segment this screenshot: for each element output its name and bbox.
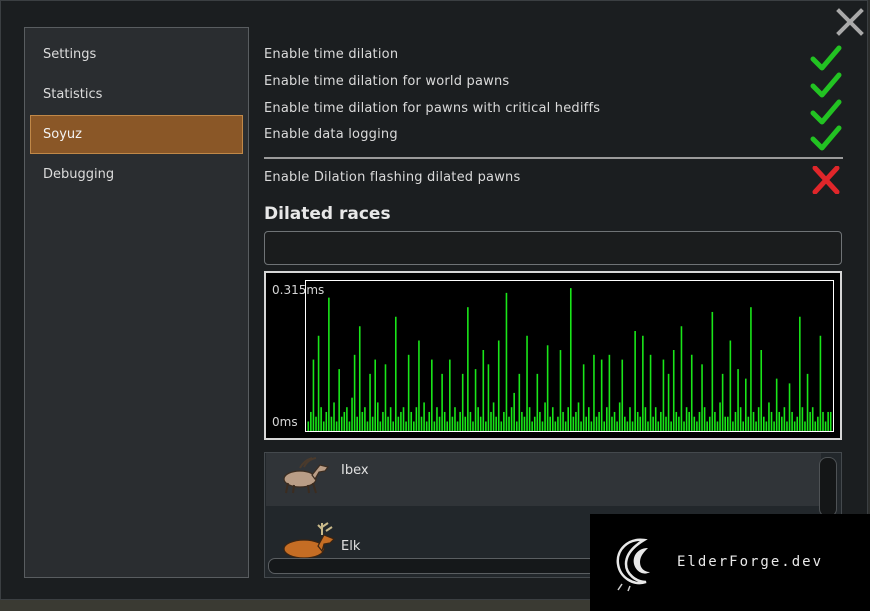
option-label-critical-hediffs: Enable time dilation for pawns with crit… xyxy=(264,101,601,116)
graph-plot-area xyxy=(305,280,834,432)
section-title-dilated-races: Dilated races xyxy=(264,204,391,224)
race-name: Ibex xyxy=(341,463,369,478)
sidebar-item-debugging[interactable]: Debugging xyxy=(30,155,243,194)
graph-min-label: 0ms xyxy=(272,415,298,429)
option-label-world-pawns: Enable time dilation for world pawns xyxy=(264,74,510,89)
ibex-icon xyxy=(283,457,330,494)
check-icon[interactable] xyxy=(810,98,842,126)
watermark-banner: ElderForge.dev xyxy=(590,514,870,611)
races-horizontal-scrollbar[interactable] xyxy=(268,558,598,574)
options-divider xyxy=(264,157,843,159)
race-name: Elk xyxy=(341,539,361,554)
check-icon[interactable] xyxy=(810,44,842,72)
sidebar-item-settings[interactable]: Settings xyxy=(30,35,243,74)
check-icon[interactable] xyxy=(810,124,842,152)
sidebar-item-soyuz[interactable]: Soyuz xyxy=(30,115,243,154)
sidebar-item-statistics[interactable]: Statistics xyxy=(30,75,243,114)
option-label-time-dilation: Enable time dilation xyxy=(264,47,399,62)
elk-icon xyxy=(283,522,336,559)
list-item[interactable]: Ibex xyxy=(266,453,821,506)
option-label-flashing-pawns: Enable Dilation flashing dilated pawns xyxy=(264,170,521,185)
dragon-logo-icon xyxy=(616,538,650,592)
watermark-text: ElderForge.dev xyxy=(677,554,824,570)
races-vertical-scrollbar[interactable] xyxy=(819,457,837,517)
settings-sidebar: Settings Statistics Soyuz Debugging xyxy=(24,27,249,578)
close-icon[interactable] xyxy=(835,7,865,37)
check-icon[interactable] xyxy=(810,71,842,99)
race-search-input[interactable] xyxy=(264,231,842,265)
option-label-data-logging: Enable data logging xyxy=(264,127,398,142)
cross-icon[interactable] xyxy=(810,166,842,194)
